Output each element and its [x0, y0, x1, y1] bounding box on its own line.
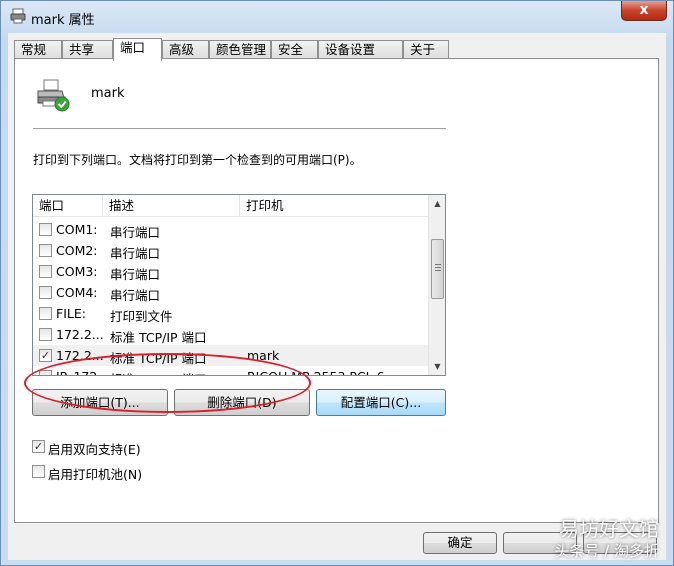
- tab-color-management[interactable]: 颜色管理: [209, 40, 271, 60]
- bidirectional-checkbox-box[interactable]: ✓: [32, 440, 45, 453]
- port-checkbox[interactable]: [39, 244, 52, 257]
- printer-icon: [10, 8, 26, 24]
- table-row[interactable]: IP_172...标准 TCP/IP 端口 RICOH MP 2553 PCL 6: [33, 366, 428, 375]
- ports-instructions: 打印到下列端口。文档将打印到第一个检查到的可用端口(P)。: [33, 153, 362, 167]
- port-name: COM1:: [56, 222, 98, 237]
- column-header-printer[interactable]: 打印机: [240, 195, 428, 217]
- scroll-up-icon[interactable]: ▲: [429, 195, 445, 212]
- tab-about[interactable]: 关于: [403, 40, 449, 60]
- port-name: 172.2...: [56, 348, 104, 363]
- configure-port-button[interactable]: 配置端口(C)...: [316, 389, 446, 416]
- table-row[interactable]: COM1: 串行端口: [33, 219, 428, 240]
- close-button[interactable]: x: [621, 1, 667, 21]
- bidirectional-label[interactable]: 启用双向支持(E): [48, 439, 141, 458]
- port-checkbox[interactable]: [39, 265, 52, 278]
- port-description: 串行端口: [110, 288, 161, 303]
- port-name: FILE:: [56, 306, 86, 321]
- dialog-client: 常规 共享 端口 高级 颜色管理 安全 设备设置 关于 mark 打印到下列端口…: [8, 33, 666, 560]
- watermark-title: 易坊好文馆: [559, 517, 659, 541]
- column-header-description[interactable]: 描述: [103, 195, 240, 217]
- port-description: 打印到文件: [110, 309, 173, 324]
- table-row[interactable]: COM2: 串行端口: [33, 240, 428, 261]
- port-checkbox[interactable]: [39, 307, 52, 320]
- scroll-down-icon[interactable]: ▼: [429, 358, 445, 375]
- port-description: 串行端口: [110, 267, 161, 282]
- add-port-button[interactable]: 添加端口(T)...: [32, 389, 168, 416]
- port-checkbox[interactable]: [39, 328, 52, 341]
- port-printer: mark: [247, 348, 280, 363]
- tab-device-settings[interactable]: 设备设置: [318, 40, 403, 60]
- ports-tab-panel: mark 打印到下列端口。文档将打印到第一个检查到的可用端口(P)。 端口 描述…: [14, 58, 659, 523]
- port-description: 串行端口: [110, 225, 161, 240]
- port-description: 标准 TCP/IP 端口: [110, 369, 207, 375]
- port-description: 标准 TCP/IP 端口: [110, 351, 207, 366]
- column-header-port[interactable]: 端口: [33, 195, 103, 217]
- tab-sharing[interactable]: 共享: [62, 40, 113, 60]
- table-row[interactable]: COM4: 串行端口: [33, 282, 428, 303]
- tab-general[interactable]: 常规: [14, 40, 62, 60]
- port-name: IP_172...: [56, 369, 109, 375]
- printer-name: mark: [91, 86, 125, 101]
- ok-button[interactable]: 确定: [423, 532, 497, 554]
- table-row[interactable]: FILE: 打印到文件: [33, 303, 428, 324]
- tab-advanced[interactable]: 高级: [162, 40, 209, 60]
- printer-icon: [37, 79, 70, 112]
- tab-ports[interactable]: 端口: [113, 38, 162, 61]
- pooling-label[interactable]: 启用打印机池(N): [48, 464, 142, 483]
- port-printer: RICOH MP 2553 PCL 6: [247, 369, 385, 375]
- title-bar[interactable]: mark 属性 x: [1, 1, 673, 33]
- port-name: COM3:: [56, 264, 98, 279]
- separator: [33, 128, 446, 130]
- port-checkbox[interactable]: [39, 370, 52, 375]
- port-checkbox[interactable]: [39, 223, 52, 236]
- table-row[interactable]: ✓ 172.2... 标准 TCP/IP 端口 mark: [33, 345, 428, 366]
- port-checkbox[interactable]: [39, 286, 52, 299]
- pooling-checkbox-box[interactable]: [32, 465, 45, 478]
- port-checkbox[interactable]: ✓: [39, 349, 52, 362]
- port-name: COM2:: [56, 243, 98, 258]
- ports-list-header: 端口 描述 打印机: [33, 195, 428, 217]
- watermark: 易坊好文馆 头条号 / 淘多折: [554, 519, 659, 561]
- window-title: mark 属性: [31, 13, 95, 28]
- ports-list[interactable]: 端口 描述 打印机 COM1: 串行端口 COM2: 串行端口 COM3: 串行端口 COM…: [32, 194, 446, 376]
- port-description: 标准 TCP/IP 端口: [110, 330, 207, 345]
- watermark-subtitle: 头条号 / 淘多折: [554, 542, 659, 560]
- scroll-thumb[interactable]: [431, 239, 444, 299]
- port-name: COM4:: [56, 285, 98, 300]
- table-row[interactable]: 172.2... 标准 TCP/IP 端口: [33, 324, 428, 345]
- ports-list-scrollbar[interactable]: ▲ ▼: [428, 195, 445, 375]
- port-description: 串行端口: [110, 246, 161, 261]
- properties-window: mark 属性 x 常规 共享 端口 高级 颜色管理 安全 设备设置 关于 ma…: [0, 0, 674, 566]
- tab-security[interactable]: 安全: [271, 40, 318, 60]
- port-name: 172.2...: [56, 327, 104, 342]
- table-row[interactable]: COM3: 串行端口: [33, 261, 428, 282]
- delete-port-button[interactable]: 删除端口(D): [174, 389, 310, 416]
